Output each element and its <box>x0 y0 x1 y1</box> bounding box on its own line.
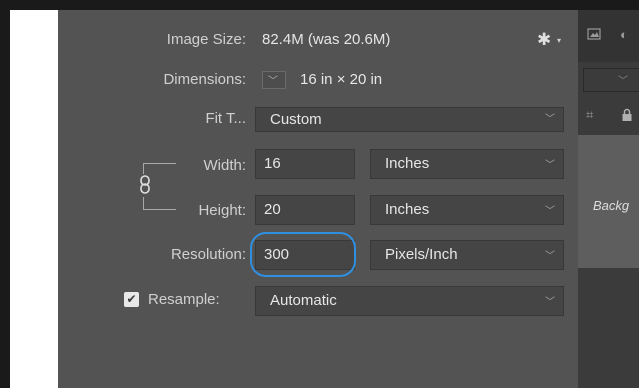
fit-to-value: Custom <box>270 111 322 128</box>
resolution-unit-select[interactable]: Pixels/Inch ﹀ <box>370 240 564 270</box>
chevron-down-icon: ﹀ <box>618 76 628 87</box>
chevron-down-icon: ﹀ <box>545 114 555 125</box>
chevron-down-icon: ﹀ <box>545 160 555 171</box>
resolution-focus-ring <box>250 232 356 277</box>
dimensions-unit-dropdown[interactable]: ﹀ <box>262 71 286 89</box>
layer-row[interactable]: Backg <box>578 135 639 268</box>
image-icon[interactable] <box>587 28 601 42</box>
chevron-down-icon: ﹀ <box>545 206 555 217</box>
resolution-label: Resolution: <box>170 246 246 263</box>
resolution-unit-value: Pixels/Inch <box>385 246 458 263</box>
resample-label: Resample: <box>148 291 220 308</box>
window-top-border <box>0 0 639 10</box>
chain-link-icon[interactable] <box>139 175 151 200</box>
layer-name: Backg <box>593 198 630 213</box>
gear-icon[interactable]: ✱ <box>537 31 551 48</box>
dimensions-value: 16 in × 20 in <box>300 71 383 88</box>
height-unit-select[interactable]: Inches ﹀ <box>370 195 564 225</box>
width-label: Width: <box>203 157 246 174</box>
canvas-preview <box>10 10 58 388</box>
lock-icon[interactable] <box>621 108 635 122</box>
chevron-down-icon: ﹀ <box>545 251 555 262</box>
dimensions-label: Dimensions: <box>163 71 246 88</box>
height-unit-value: Inches <box>385 201 430 218</box>
width-unit-value: Inches <box>385 155 430 172</box>
chevron-down-icon: ﹀ <box>268 76 278 87</box>
height-label: Height: <box>198 202 246 219</box>
blend-mode-select[interactable]: ﹀ <box>583 68 639 92</box>
resample-select[interactable]: Automatic ﹀ <box>255 286 564 316</box>
circle-icon[interactable]: ◐ <box>620 28 634 42</box>
height-input[interactable]: 20 <box>255 195 355 225</box>
width-input[interactable]: 16 <box>255 149 355 179</box>
width-unit-select[interactable]: Inches ﹀ <box>370 149 564 179</box>
layers-panel: ◐ ﹀ ⌗ Backg <box>578 10 639 388</box>
image-size-value: 82.4M (was 20.6M) <box>262 31 391 48</box>
window-left-border <box>0 0 10 388</box>
chevron-down-icon[interactable]: ▾ <box>557 36 561 45</box>
artboard-icon[interactable]: ⌗ <box>586 108 600 122</box>
constrain-bracket-top <box>143 163 176 174</box>
image-size-label: Image Size: <box>166 31 246 48</box>
chevron-down-icon: ﹀ <box>545 297 555 308</box>
fit-to-label: Fit T... <box>205 110 246 127</box>
fit-to-select[interactable]: Custom ﹀ <box>255 107 564 132</box>
resample-checkbox[interactable]: ✔ <box>124 292 139 307</box>
resample-value: Automatic <box>270 292 337 309</box>
